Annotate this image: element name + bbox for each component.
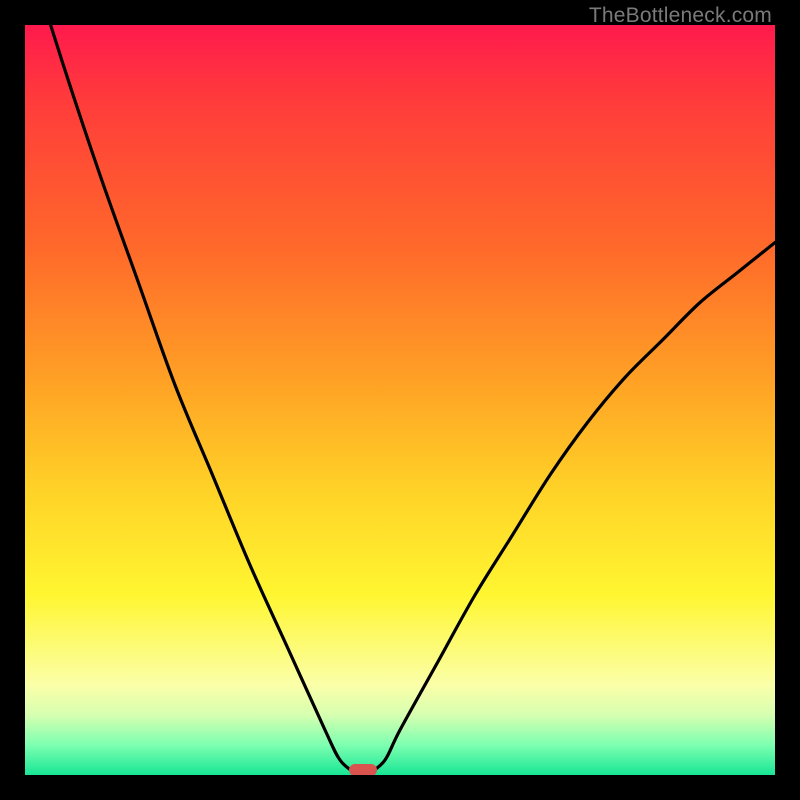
plot-area (25, 25, 775, 775)
bottleneck-curve (25, 25, 775, 775)
minimum-marker (349, 764, 377, 775)
watermark-text: TheBottleneck.com (589, 4, 772, 28)
chart-frame: TheBottleneck.com (0, 0, 800, 800)
